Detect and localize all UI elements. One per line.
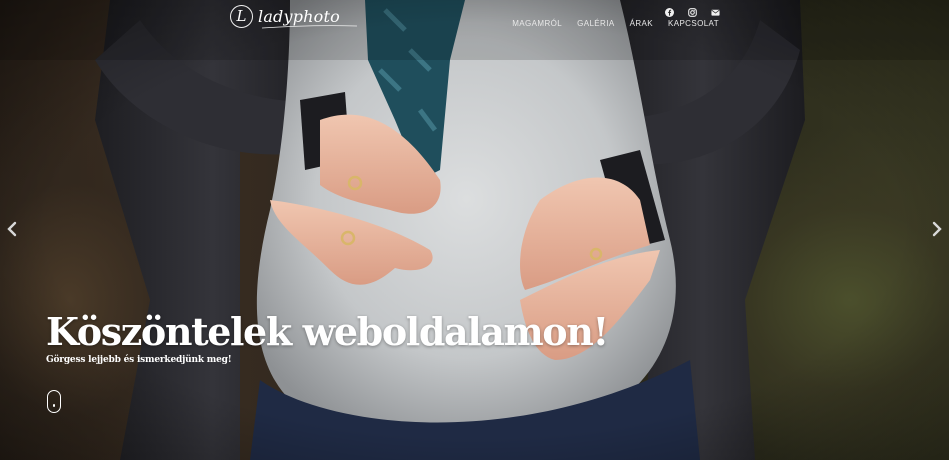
nav-item-prices[interactable]: ÁRAK: [630, 19, 653, 28]
email-icon[interactable]: [711, 4, 720, 16]
mouse-scroll-icon[interactable]: [47, 390, 61, 413]
slider-prev-button[interactable]: [5, 221, 19, 237]
slider-next-button[interactable]: [930, 221, 944, 237]
instagram-icon[interactable]: [688, 4, 697, 17]
hero-photo: [0, 0, 949, 460]
hero-slider: L ladyphoto MAGAMRÓL GALÉRIA ÁRAK KAPCSO…: [0, 0, 949, 460]
nav-item-gallery[interactable]: GALÉRIA: [577, 19, 614, 28]
logo-monogram: L: [230, 4, 253, 28]
facebook-icon[interactable]: [665, 4, 674, 17]
logo-text: ladyphoto: [258, 6, 340, 26]
social-links: [665, 4, 720, 17]
chevron-right-icon: [932, 221, 942, 237]
hero-subtitle: Görgess lejjebb és ismerkedjünk meg!: [46, 355, 232, 365]
nav-item-about[interactable]: MAGAMRÓL: [512, 19, 562, 28]
logo-swash-icon: [262, 25, 357, 29]
hero-title: Köszöntelek weboldalamon!: [46, 309, 609, 354]
nav-item-contact[interactable]: KAPCSOLAT: [668, 19, 719, 28]
main-nav: MAGAMRÓL GALÉRIA ÁRAK KAPCSOLAT: [512, 19, 719, 28]
chevron-left-icon: [7, 221, 17, 237]
mouse-scroll-wheel: [53, 404, 55, 407]
